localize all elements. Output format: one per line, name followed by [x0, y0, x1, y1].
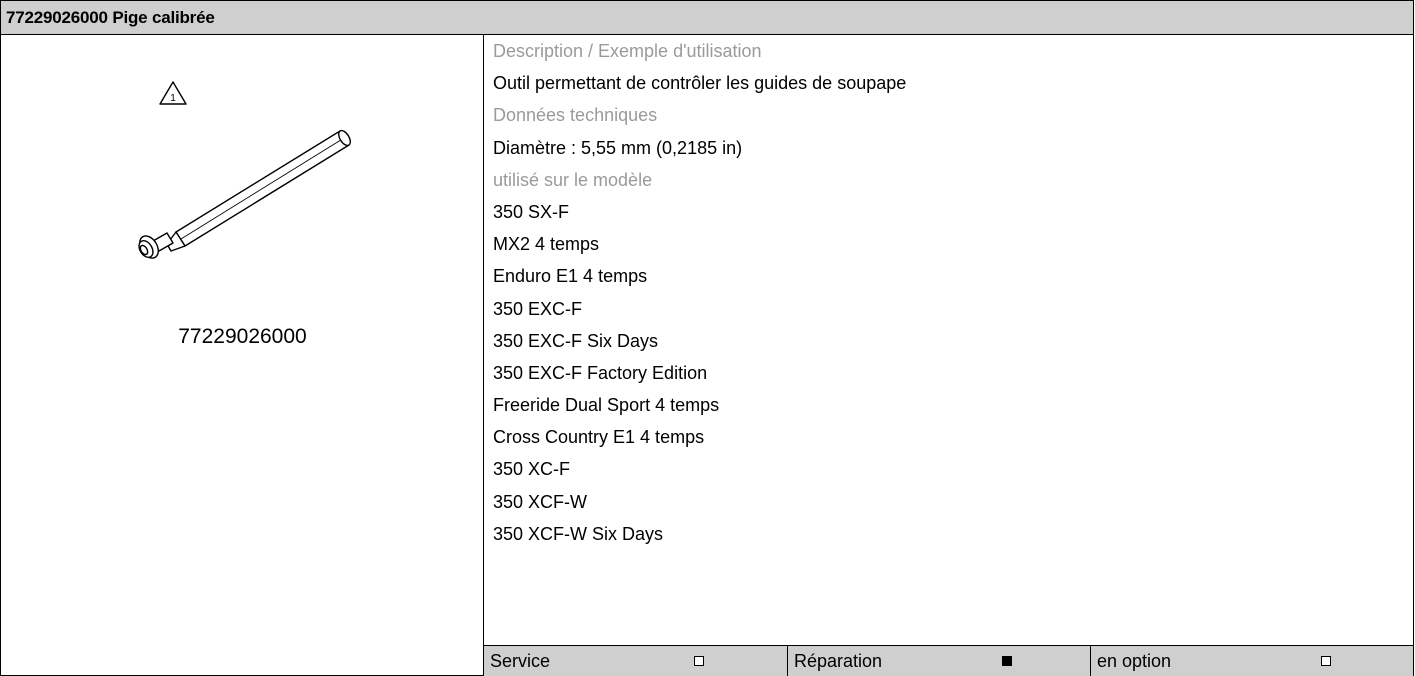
info-rows: Description / Exemple d'utilisation Outil… — [484, 35, 1413, 550]
info-line: Diamètre : 5,55 mm (0,2185 in) — [493, 137, 743, 158]
info-line: Cross Country E1 4 temps — [493, 427, 705, 448]
info-line: 350 XCF-W Six Days — [493, 523, 664, 544]
info-line: 350 EXC-F Six Days — [493, 330, 659, 351]
usage-category-bar: Service Réparation en option — [484, 645, 1413, 676]
service-label: Service — [490, 651, 551, 671]
tool-sheet: 77229026000 Pige calibrée 1 77229026000 … — [0, 0, 1414, 676]
info-line: Outil permettant de contrôler les guides… — [493, 73, 907, 94]
title-bar: 77229026000 Pige calibrée — [1, 1, 1413, 35]
repair-cell: Réparation — [788, 646, 1091, 676]
info-line: Freeride Dual Sport 4 temps — [493, 395, 720, 416]
page-title: 77229026000 Pige calibrée — [6, 8, 215, 27]
svg-text:1: 1 — [170, 93, 176, 104]
section-heading: Description / Exemple d'utilisation — [493, 41, 762, 61]
info-line: MX2 4 temps — [493, 234, 600, 255]
repair-checkbox-icon — [1002, 656, 1012, 666]
info-line: Enduro E1 4 temps — [493, 266, 648, 287]
info-line: 350 SX-F — [493, 201, 570, 222]
service-checkbox-icon — [694, 656, 704, 666]
repair-label: Réparation — [794, 651, 883, 671]
optional-label: en option — [1097, 651, 1172, 671]
info-line: 350 EXC-F — [493, 298, 583, 319]
part-number-label: 77229026000 — [178, 325, 307, 348]
optional-checkbox-icon — [1321, 656, 1331, 666]
optional-cell: en option — [1091, 646, 1413, 676]
info-line: 350 XC-F — [493, 459, 571, 480]
info-line: 350 XCF-W — [493, 491, 588, 512]
warning-triangle-icon: 1 — [159, 81, 187, 105]
tool-image-panel: 1 77229026000 — [1, 35, 484, 676]
calibrated-pin-icon — [138, 129, 351, 259]
info-line: 350 EXC-F Factory Edition — [493, 362, 708, 383]
service-cell: Service — [484, 646, 788, 676]
section-heading: utilisé sur le modèle — [493, 169, 653, 190]
section-heading: Données techniques — [493, 105, 658, 126]
